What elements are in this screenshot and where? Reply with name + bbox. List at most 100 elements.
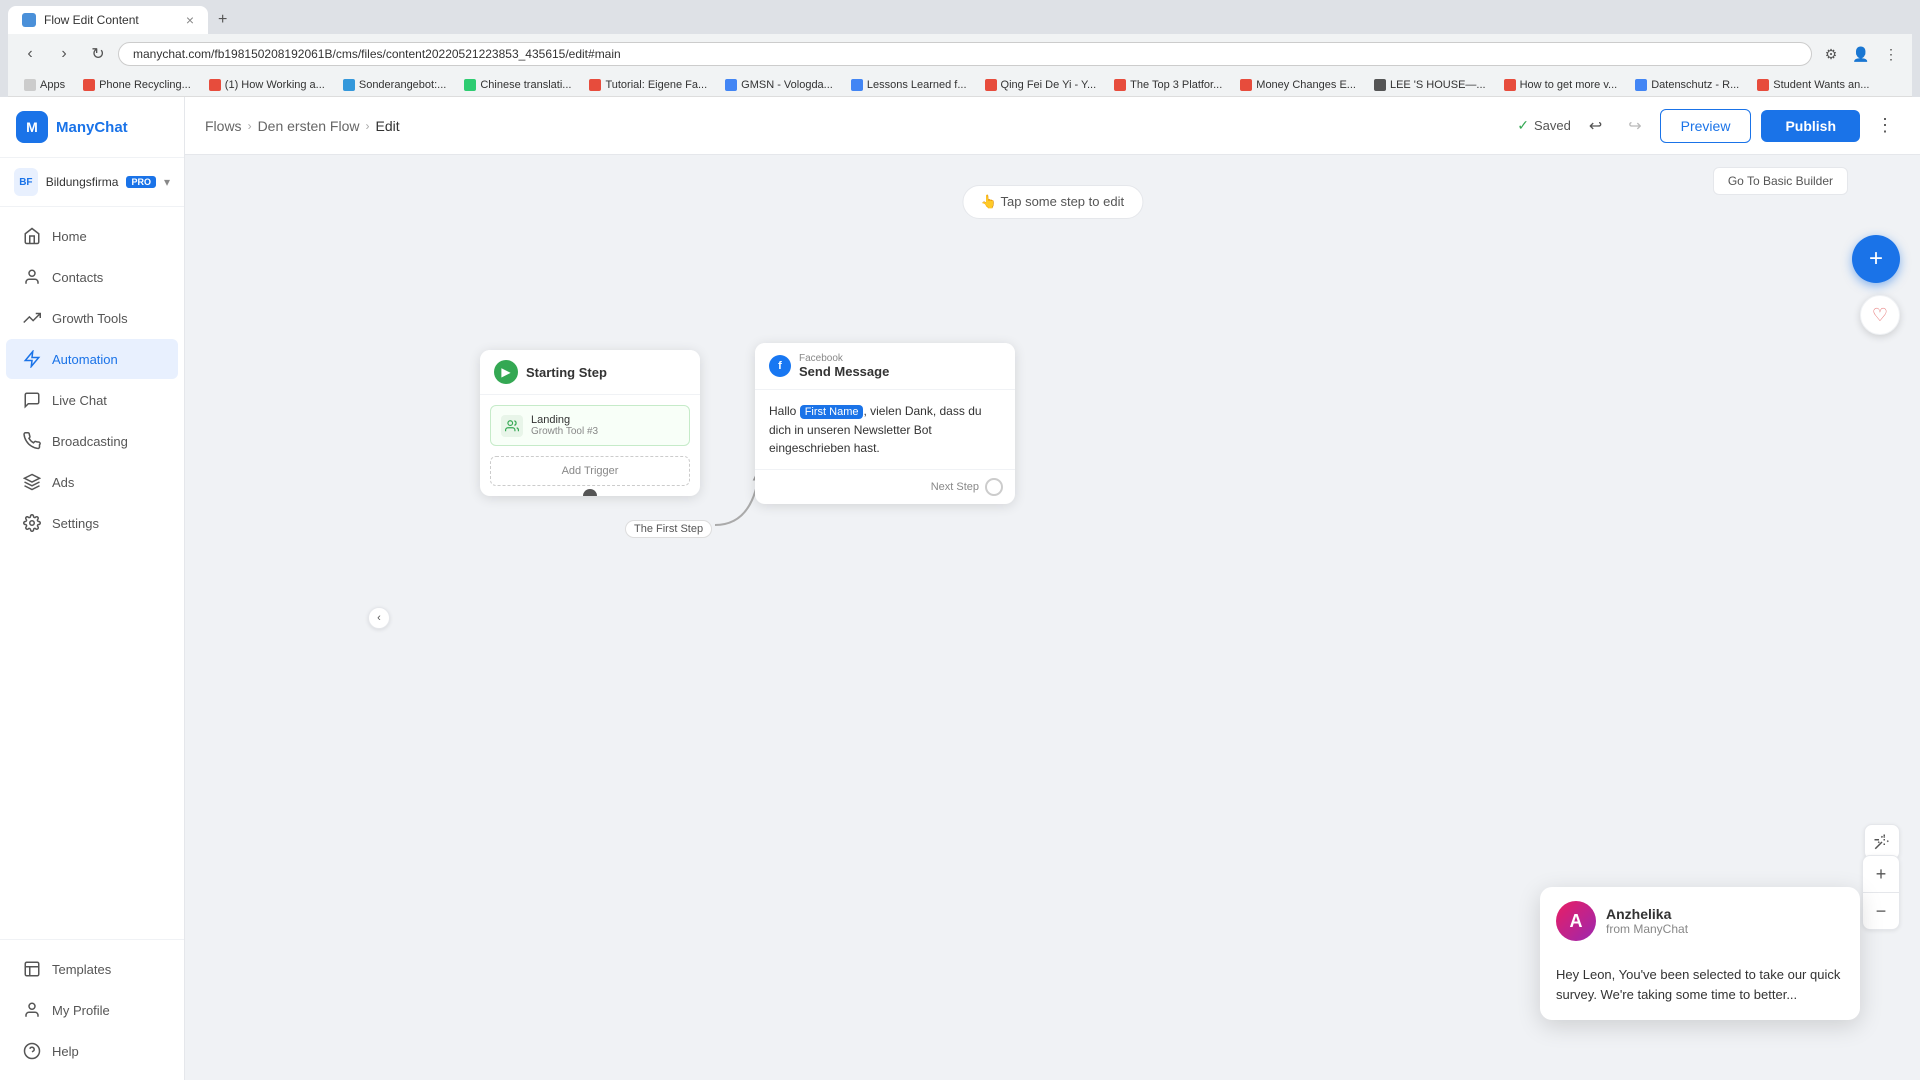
tab-favicon	[22, 13, 36, 27]
sidebar-collapse-button[interactable]: ‹	[368, 607, 390, 629]
pro-badge: PRO	[126, 176, 156, 188]
sidebar-account[interactable]: BF Bildungsfirma PRO ▾	[0, 158, 184, 207]
chat-message-text: Hey Leon, You've been selected to take o…	[1556, 965, 1844, 1004]
breadcrumb-sep-1: ›	[248, 119, 252, 133]
bookmark-favicon	[1114, 79, 1126, 91]
next-step-connector[interactable]	[985, 478, 1003, 496]
bookmark-student[interactable]: Student Wants an...	[1749, 77, 1877, 93]
contacts-icon	[22, 267, 42, 287]
browser-toolbar-icons: ⚙ 👤 ⋮	[1818, 41, 1904, 67]
publish-button[interactable]: Publish	[1761, 110, 1860, 142]
sidebar-item-my-profile[interactable]: My Profile	[6, 990, 178, 1030]
next-step-label: Next Step	[931, 481, 979, 493]
tab-title: Flow Edit Content	[44, 13, 139, 27]
bookmark-tut[interactable]: Tutorial: Eigene Fa...	[581, 77, 715, 93]
goto-basic-builder-button[interactable]: Go To Basic Builder	[1713, 167, 1848, 195]
node-trigger-item[interactable]: Landing Growth Tool #3	[490, 405, 690, 446]
sidebar-item-automation[interactable]: Automation	[6, 339, 178, 379]
sidebar-item-label: Live Chat	[52, 393, 107, 408]
main-content: Flows › Den ersten Flow › Edit ✓ Saved ↩…	[185, 97, 1920, 1080]
bookmark-ds[interactable]: Datenschutz - R...	[1627, 77, 1747, 93]
message-node-title: Send Message	[799, 364, 889, 379]
profile-icon[interactable]: 👤	[1848, 41, 1874, 67]
preview-button[interactable]: Preview	[1660, 109, 1752, 143]
starting-step-icon: ▶	[494, 360, 518, 384]
bookmark-phone[interactable]: Phone Recycling...	[75, 77, 199, 93]
sidebar-item-contacts[interactable]: Contacts	[6, 257, 178, 297]
breadcrumb-flow-name[interactable]: Den ersten Flow	[258, 118, 360, 134]
trigger-info: Landing Growth Tool #3	[531, 414, 598, 437]
more-options-button[interactable]: ⋮	[1870, 109, 1900, 142]
sidebar-item-label: Help	[52, 1044, 79, 1059]
bookmark-favicon	[589, 79, 601, 91]
browser-tab-active[interactable]: Flow Edit Content ×	[8, 6, 208, 34]
saved-indicator: ✓ Saved	[1517, 117, 1571, 134]
add-trigger-button[interactable]: Add Trigger	[490, 456, 690, 486]
bookmark-favicon	[1240, 79, 1252, 91]
logo-text: ManyChat	[56, 119, 128, 136]
ads-icon	[22, 472, 42, 492]
favorites-button[interactable]: ♡	[1860, 295, 1900, 335]
browser-chrome: Flow Edit Content × + ‹ › ↻ ⚙ 👤 ⋮ Apps P…	[0, 0, 1920, 97]
growth-tools-icon	[22, 308, 42, 328]
bookmark-label: Chinese translati...	[480, 79, 571, 91]
starting-node-header: ▶ Starting Step	[480, 350, 700, 395]
chat-body: Hey Leon, You've been selected to take o…	[1540, 955, 1860, 1020]
sidebar-item-growth-tools[interactable]: Growth Tools	[6, 298, 178, 338]
bookmark-lessons[interactable]: Lessons Learned f...	[843, 77, 975, 93]
bookmark-top3[interactable]: The Top 3 Platfor...	[1106, 77, 1230, 93]
bookmark-sg[interactable]: Sonderangebot:...	[335, 77, 454, 93]
sidebar-item-ads[interactable]: Ads	[6, 462, 178, 502]
bookmark-money[interactable]: Money Changes E...	[1232, 77, 1364, 93]
bookmark-favicon	[725, 79, 737, 91]
topbar: Flows › Den ersten Flow › Edit ✓ Saved ↩…	[185, 97, 1920, 155]
bookmark-morev[interactable]: How to get more v...	[1496, 77, 1626, 93]
sidebar-item-settings[interactable]: Settings	[6, 503, 178, 543]
saved-check-icon: ✓	[1517, 117, 1529, 134]
menu-icon[interactable]: ⋮	[1878, 41, 1904, 67]
sidebar-item-help[interactable]: Help	[6, 1031, 178, 1071]
bookmark-gmsn[interactable]: GMSN - Vologda...	[717, 77, 841, 93]
breadcrumb-current: Edit	[376, 118, 400, 134]
address-bar[interactable]	[118, 42, 1812, 66]
zoom-in-button[interactable]: +	[1863, 856, 1899, 892]
bookmark-qing[interactable]: Qing Fei De Yi - Y...	[977, 77, 1105, 93]
bookmark-label: Lessons Learned f...	[867, 79, 967, 91]
sidebar-item-label: Ads	[52, 475, 74, 490]
bookmark-label: Phone Recycling...	[99, 79, 191, 91]
sidebar-item-broadcasting[interactable]: Broadcasting	[6, 421, 178, 461]
zoom-out-button[interactable]: −	[1863, 893, 1899, 929]
forward-button[interactable]: ›	[50, 40, 78, 68]
chat-info: Anzhelika from ManyChat	[1606, 906, 1688, 936]
bookmark-favicon	[851, 79, 863, 91]
add-fab-button[interactable]: +	[1852, 235, 1900, 283]
undo-button[interactable]: ↩	[1581, 110, 1610, 142]
chat-agent-name: Anzhelika	[1606, 906, 1688, 922]
redo-button[interactable]: ↪	[1620, 110, 1649, 142]
sidebar-item-templates[interactable]: Templates	[6, 949, 178, 989]
back-button[interactable]: ‹	[16, 40, 44, 68]
bookmark-yt1[interactable]: (1) How Working a...	[201, 77, 333, 93]
new-tab-button[interactable]: +	[210, 7, 235, 33]
bookmark-apps[interactable]: Apps	[16, 77, 73, 93]
bookmark-favicon	[24, 79, 36, 91]
next-step-row: Next Step	[755, 469, 1015, 504]
sidebar-item-home[interactable]: Home	[6, 216, 178, 256]
connection-label: The First Step	[625, 520, 712, 538]
reload-button[interactable]: ↻	[84, 40, 112, 68]
trigger-name: Landing	[531, 414, 598, 426]
saved-text: Saved	[1534, 118, 1571, 133]
topbar-right: ✓ Saved ↩ ↪ Preview Publish ⋮	[1517, 109, 1900, 143]
tab-close-btn[interactable]: ×	[186, 12, 194, 28]
send-message-node[interactable]: f Facebook Send Message Hallo First Name…	[755, 343, 1015, 504]
canvas: 👆 Tap some step to edit Go To Basic Buil…	[185, 155, 1920, 1080]
app-container: M ManyChat BF Bildungsfirma PRO ▾ Home C…	[0, 97, 1920, 1080]
chat-widget[interactable]: A Anzhelika from ManyChat Hey Leon, You'…	[1540, 887, 1860, 1020]
bookmark-favicon	[985, 79, 997, 91]
extensions-icon[interactable]: ⚙	[1818, 41, 1844, 67]
bookmark-lee[interactable]: LEE 'S HOUSE—...	[1366, 77, 1494, 93]
bookmark-cn[interactable]: Chinese translati...	[456, 77, 579, 93]
breadcrumb-flows[interactable]: Flows	[205, 118, 242, 134]
starting-step-node[interactable]: ▶ Starting Step Landing Growth Tool #3 A…	[480, 350, 700, 496]
sidebar-item-live-chat[interactable]: Live Chat	[6, 380, 178, 420]
